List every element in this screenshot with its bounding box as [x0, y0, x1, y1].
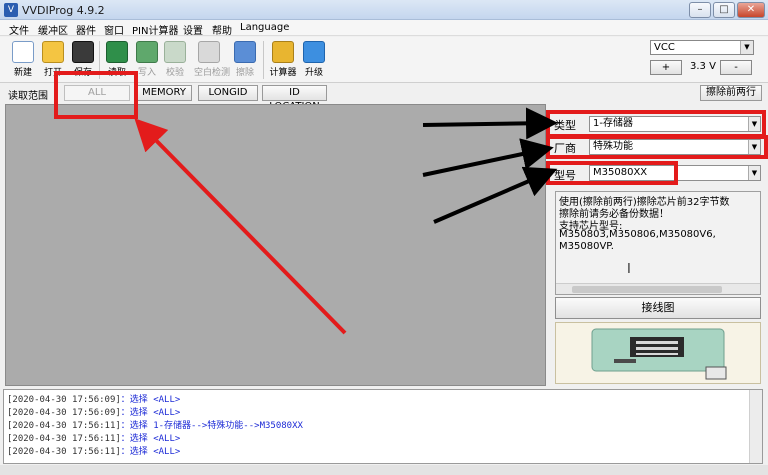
log-message: ：选择 <ALL>	[120, 408, 181, 418]
log-timestamp: [2020-04-30 17:56:11]	[7, 421, 121, 431]
verify-label: 校验	[165, 68, 184, 78]
annotation-box-type	[546, 110, 766, 138]
blank-check-label: 空白检测	[194, 68, 231, 78]
annotation-box-all	[54, 71, 138, 119]
upload-arrow-icon	[303, 41, 325, 63]
calculator-label: 计算器	[269, 68, 297, 78]
annotation-box-vendor	[546, 135, 768, 159]
verify-button[interactable]: 校验	[160, 39, 190, 81]
description-horizontal-scrollbar[interactable]	[556, 283, 760, 294]
annotation-box-model	[546, 161, 678, 185]
wiring-diagram-button[interactable]: 接线图	[555, 297, 761, 319]
read-range-label: 读取范围	[8, 91, 48, 102]
menu-window[interactable]: 窗口	[104, 22, 124, 37]
range-id-location-button[interactable]: ID LOCATION	[262, 85, 327, 112]
text-cursor-icon: I	[627, 262, 631, 277]
log-message: ：选择 <ALL>	[120, 434, 181, 444]
range-longid-button[interactable]: LONGID	[198, 85, 258, 101]
blank-check-button[interactable]: 空白检测	[194, 39, 231, 81]
chevron-down-icon: ▼	[748, 166, 760, 180]
app-logo-icon: V	[4, 3, 18, 17]
voltage-increase-button[interactable]: +	[650, 60, 682, 75]
description-line: M35080VP.	[559, 241, 614, 252]
app-window: V VVDIProg 4.9.2 – □ ✕ 文件 缓冲区 器件 窗口 PIN计…	[0, 0, 768, 475]
log-timestamp: [2020-04-30 17:56:11]	[7, 434, 121, 444]
menu-settings[interactable]: 设置	[183, 22, 203, 37]
log-timestamp: [2020-04-30 17:56:09]	[7, 408, 121, 418]
calculator-button[interactable]: 计算器	[268, 39, 298, 81]
floppy-disk-icon	[72, 41, 94, 63]
log-message: ：选择 1-存储器-->特殊功能-->M35080XX	[120, 421, 303, 431]
title-bar: V VVDIProg 4.9.2 – □ ✕	[0, 0, 768, 20]
erase-button[interactable]: 擦除	[230, 39, 260, 81]
log-message: ：选择 <ALL>	[120, 395, 181, 405]
adapter-board-illustration	[591, 328, 727, 380]
scrollbar-thumb[interactable]	[572, 286, 722, 293]
supply-select[interactable]: VCC ▼	[650, 40, 754, 55]
log-timestamp: [2020-04-30 17:56:11]	[7, 447, 121, 457]
erase-icon	[234, 41, 256, 63]
menu-help[interactable]: 帮助	[212, 22, 232, 37]
supply-value: VCC	[654, 42, 675, 53]
maximize-button[interactable]: □	[713, 2, 735, 18]
erase-first-two-rows-button[interactable]: 擦除前两行	[700, 85, 762, 101]
magnifier-icon	[198, 41, 220, 63]
chevron-down-icon: ▼	[740, 41, 753, 54]
voltage-value: 3.3 V	[690, 61, 716, 72]
new-file-icon	[12, 41, 34, 63]
window-title: VVDIProg 4.9.2	[22, 4, 105, 17]
log-entry: [2020-04-30 17:56:11]：选择 <ALL>	[7, 431, 180, 444]
erase-label: 擦除	[235, 68, 254, 78]
log-entry: [2020-04-30 17:56:09]：选择 <ALL>	[7, 405, 180, 418]
log-entry: [2020-04-30 17:56:11]：选择 <ALL>	[7, 444, 180, 457]
upgrade-button[interactable]: 升级	[299, 39, 329, 81]
menu-pin-calculator[interactable]: PIN计算器	[132, 22, 178, 37]
voltage-decrease-button[interactable]: -	[720, 60, 752, 75]
status-bar	[0, 465, 768, 475]
chip-description[interactable]: 使用(擦除前两行)擦除芯片前32字节数 擦除前请务必备份数据！ 支持芯片型号: …	[555, 191, 761, 295]
upgrade-label: 升级	[304, 68, 323, 78]
menu-bar: 文件 缓冲区 器件 窗口 PIN计算器 设置 帮助 Language	[0, 20, 768, 37]
log-panel[interactable]: [2020-04-30 17:56:09]：选择 <ALL> [2020-04-…	[3, 389, 763, 464]
log-timestamp: [2020-04-30 17:56:09]	[7, 395, 121, 405]
adapter-board-image	[555, 322, 761, 384]
toolbar-separator	[263, 41, 264, 79]
range-memory-button[interactable]: MEMORY	[136, 85, 192, 101]
menu-device[interactable]: 器件	[76, 22, 96, 37]
calculator-icon	[272, 41, 294, 63]
buffer-view[interactable]	[5, 104, 546, 386]
new-label: 新建	[13, 68, 32, 78]
description-line: M350803,M350806,M35080V6,	[559, 229, 716, 240]
menu-buffer[interactable]: 缓冲区	[38, 22, 68, 37]
log-entry: [2020-04-30 17:56:11]：选择 1-存储器-->特殊功能-->…	[7, 418, 303, 431]
chip-write-icon	[136, 41, 158, 63]
verify-icon	[164, 41, 186, 63]
log-vertical-scrollbar[interactable]	[749, 390, 762, 463]
log-entry: [2020-04-30 17:56:09]：选择 <ALL>	[7, 392, 180, 405]
log-message: ：选择 <ALL>	[120, 447, 181, 457]
menu-language[interactable]: Language	[240, 22, 289, 33]
close-button[interactable]: ✕	[737, 2, 765, 18]
chip-read-icon	[106, 41, 128, 63]
minimize-button[interactable]: –	[689, 2, 711, 18]
folder-icon	[42, 41, 64, 63]
new-button[interactable]: 新建	[8, 39, 38, 81]
menu-file[interactable]: 文件	[9, 22, 29, 37]
